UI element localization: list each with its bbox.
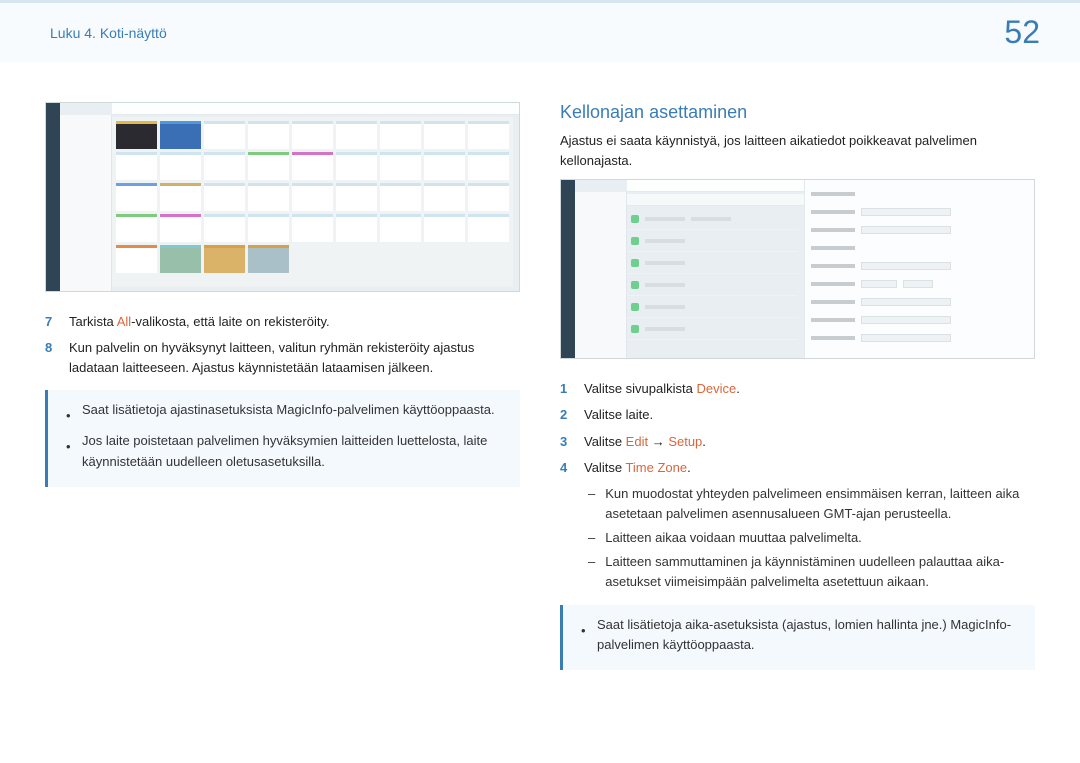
step-number: 2 [560,405,570,425]
info-note-right: Saat lisätietoja aika-asetuksista (ajast… [560,605,1035,671]
screenshot-time-zone [560,179,1035,359]
dash-icon [588,484,595,524]
step-text: Valitse Time Zone. [584,458,691,478]
bullet-text: Saat lisätietoja ajastinasetuksista Magi… [82,400,495,427]
step-text: Tarkista All-valikosta, että laite on re… [69,312,330,332]
step-2: 2 Valitse laite. [560,405,1035,425]
step-3: 3 Valitse Edit → Setup. [560,432,1035,452]
highlight-timezone: Time Zone [625,460,687,475]
chapter-title: Luku 4. Koti-näyttö [50,25,167,41]
content-area: 7 Tarkista All-valikosta, että laite on … [0,62,1080,670]
bullet-icon [581,615,587,657]
highlight-setup: Setup [668,434,702,449]
step-7: 7 Tarkista All-valikosta, että laite on … [45,312,520,332]
dash-notes: Kun muodostat yhteyden palvelimeen ensim… [560,484,1035,593]
step-text: Valitse laite. [584,405,653,425]
screenshot-device-grid [45,102,520,292]
arrow-icon: → [648,434,668,449]
step-number: 4 [560,458,570,478]
highlight-device: Device [696,381,736,396]
highlight-edit: Edit [626,434,648,449]
dash-icon [588,552,595,592]
page-header: Luku 4. Koti-näyttö 52 [0,0,1080,62]
bullet-item: Jos laite poistetaan palvelimen hyväksym… [66,431,506,473]
dash-item: Kun muodostat yhteyden palvelimeen ensim… [584,484,1035,524]
step-text: Valitse Edit → Setup. [584,432,706,452]
bullet-text: Saat lisätietoja aika-asetuksista (ajast… [597,615,1021,657]
bullet-item: Saat lisätietoja ajastinasetuksista Magi… [66,400,506,427]
step-text: Kun palvelin on hyväksynyt laitteen, val… [69,338,520,378]
dash-text: Laitteen sammuttaminen ja käynnistäminen… [605,552,1035,592]
dash-item: Laitteen aikaa voidaan muuttaa palvelime… [584,528,1035,548]
bullet-icon [66,431,72,473]
info-note-left: Saat lisätietoja ajastinasetuksista Magi… [45,390,520,486]
intro-text: Ajastus ei saata käynnistyä, jos laittee… [560,131,1035,171]
bullet-text: Jos laite poistetaan palvelimen hyväksym… [82,431,506,473]
dash-icon [588,528,595,548]
left-steps: 7 Tarkista All-valikosta, että laite on … [45,312,520,378]
bullet-item: Saat lisätietoja aika-asetuksista (ajast… [581,615,1021,657]
highlight-all: All [117,314,131,329]
step-number: 7 [45,312,55,332]
dash-text: Kun muodostat yhteyden palvelimeen ensim… [605,484,1035,524]
right-steps: 1 Valitse sivupalkista Device. 2 Valitse… [560,379,1035,478]
right-column: Kellonajan asettaminen Ajastus ei saata … [560,102,1035,670]
dash-item: Laitteen sammuttaminen ja käynnistäminen… [584,552,1035,592]
step-number: 3 [560,432,570,452]
section-title: Kellonajan asettaminen [560,102,1035,123]
step-text: Valitse sivupalkista Device. [584,379,740,399]
bullet-icon [66,400,72,427]
step-8: 8 Kun palvelin on hyväksynyt laitteen, v… [45,338,520,378]
step-1: 1 Valitse sivupalkista Device. [560,379,1035,399]
left-column: 7 Tarkista All-valikosta, että laite on … [45,102,520,670]
step-number: 8 [45,338,55,378]
dash-text: Laitteen aikaa voidaan muuttaa palvelime… [605,528,862,548]
step-number: 1 [560,379,570,399]
step-4: 4 Valitse Time Zone. [560,458,1035,478]
page-number: 52 [1004,14,1040,51]
